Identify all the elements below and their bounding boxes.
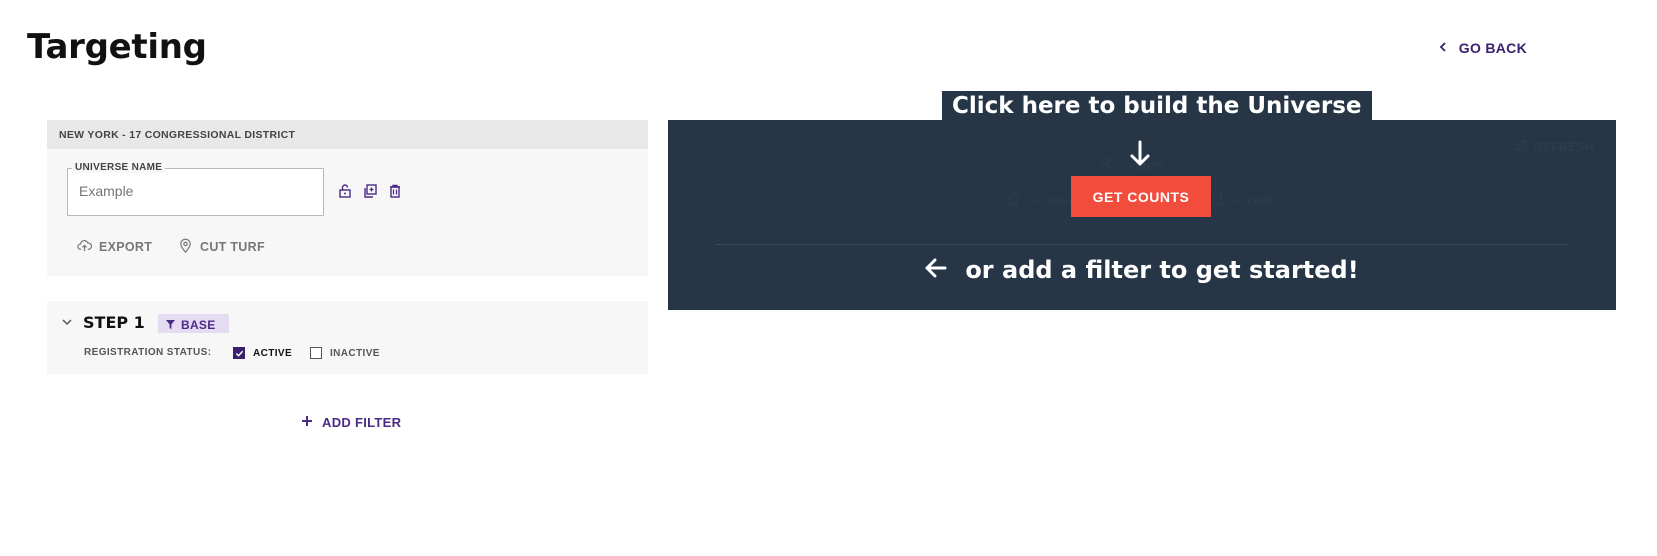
refresh-button[interactable]: REFRESH	[1513, 138, 1594, 156]
registration-status-label: REGISTRATION STATUS:	[84, 347, 212, 358]
go-back-link[interactable]: GO BACK	[1437, 40, 1527, 56]
trash-icon[interactable]	[387, 183, 403, 199]
counts-panel: REFRESH voters — doors — cells GET COUNT…	[668, 120, 1616, 310]
cloud-upload-icon	[77, 238, 93, 256]
universe-name-label: UNIVERSE NAME	[72, 162, 166, 173]
inactive-checkbox[interactable]: INACTIVE	[310, 347, 380, 359]
cut-turf-label: CUT TURF	[200, 240, 265, 254]
phone-icon	[1210, 191, 1225, 209]
checkbox-checked-icon[interactable]	[233, 347, 245, 359]
home-icon	[1006, 191, 1021, 209]
get-counts-button[interactable]: GET COUNTS	[1071, 176, 1211, 217]
universe-name-input[interactable]	[79, 183, 309, 199]
inactive-label: INACTIVE	[330, 347, 380, 359]
base-badge: BASE	[158, 314, 229, 333]
add-filter-label: ADD FILTER	[322, 415, 402, 430]
export-label: EXPORT	[99, 240, 153, 254]
active-label: ACTIVE	[253, 347, 293, 359]
refresh-icon	[1513, 138, 1528, 156]
step-title: STEP 1	[83, 313, 145, 332]
arrow-down-icon	[1128, 140, 1152, 168]
cells-label: — cells	[1231, 192, 1274, 208]
go-back-label: GO BACK	[1458, 40, 1527, 56]
add-filter-button[interactable]: ADD FILTER	[301, 415, 401, 430]
chevron-down-icon[interactable]	[61, 315, 73, 327]
cells-count: — cells	[1210, 191, 1274, 209]
base-badge-label: BASE	[181, 317, 216, 332]
chevron-left-icon	[1437, 40, 1449, 56]
panel-divider	[716, 244, 1568, 245]
unlock-icon[interactable]	[337, 183, 353, 199]
copy-icon[interactable]	[362, 183, 378, 199]
refresh-label: REFRESH	[1533, 140, 1594, 154]
export-button[interactable]: EXPORT	[77, 238, 152, 256]
cut-turf-button[interactable]: CUT TURF	[178, 238, 265, 256]
plus-icon	[301, 415, 313, 430]
active-checkbox[interactable]: ACTIVE	[233, 347, 292, 359]
page-title: Targeting	[27, 27, 207, 67]
arrow-left-icon	[925, 256, 947, 284]
filter-hint: or add a filter to get started!	[668, 256, 1616, 284]
checkbox-unchecked-icon[interactable]	[310, 347, 322, 359]
doors-count: — doors	[1006, 191, 1076, 209]
filter-icon	[166, 318, 175, 332]
district-header: NEW YORK - 17 CONGRESSIONAL DISTRICT	[47, 120, 648, 149]
doors-label: — doors	[1027, 192, 1077, 208]
person-icon	[1098, 156, 1113, 174]
universe-card: NEW YORK - 17 CONGRESSIONAL DISTRICT UNI…	[47, 120, 648, 276]
universe-name-field[interactable]: UNIVERSE NAME	[67, 162, 324, 216]
build-universe-callout: Click here to build the Universe	[942, 91, 1372, 121]
step-card: STEP 1 BASE REGISTRATION STATUS: ACTIVE …	[47, 301, 648, 374]
map-pin-icon	[178, 238, 193, 256]
filter-hint-text: or add a filter to get started!	[965, 256, 1359, 284]
